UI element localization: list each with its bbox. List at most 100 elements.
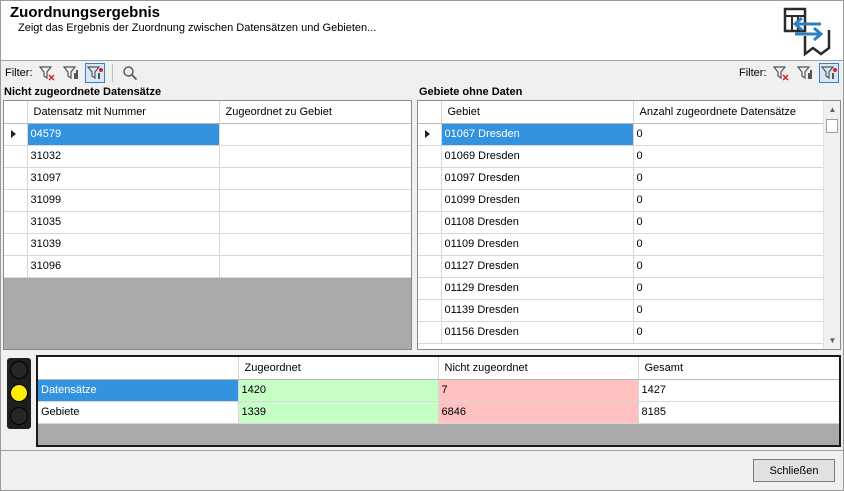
column-header-area[interactable]: Gebiet: [441, 101, 634, 124]
table-cell[interactable]: 0: [633, 211, 825, 234]
table-cell[interactable]: 31032: [27, 145, 220, 168]
table-cell[interactable]: 0: [633, 189, 825, 212]
table-cell[interactable]: 01097 Dresden: [441, 167, 634, 190]
table-cell[interactable]: 0: [633, 145, 825, 168]
table-cell[interactable]: 31039: [27, 233, 220, 256]
table-cell[interactable]: 04579: [27, 123, 220, 146]
column-header-assigned-count[interactable]: Anzahl zugeordnete Datensätze: [633, 101, 825, 124]
summary-row-records[interactable]: Datensätze 1420 7 1427: [38, 379, 839, 402]
table-cell[interactable]: 0: [633, 233, 825, 256]
table-cell[interactable]: 01139 Dresden: [441, 299, 634, 322]
table-row[interactable]: 01127 Dresden 0: [418, 255, 825, 278]
table-cell[interactable]: [219, 255, 411, 278]
scroll-thumb[interactable]: [826, 119, 838, 133]
table-row[interactable]: 01108 Dresden 0: [418, 211, 825, 234]
table-row[interactable]: 04579: [4, 123, 411, 146]
table-cell[interactable]: 0: [633, 277, 825, 300]
table-row[interactable]: 01097 Dresden 0: [418, 167, 825, 190]
table-row[interactable]: 01099 Dresden 0: [418, 189, 825, 212]
row-header[interactable]: [418, 123, 442, 146]
table-row[interactable]: 01129 Dresden 0: [418, 277, 825, 300]
table-cell[interactable]: 0: [633, 123, 825, 146]
table-cell[interactable]: Gebiete: [38, 401, 239, 424]
table-cell[interactable]: [219, 167, 411, 190]
scroll-down-icon[interactable]: ▼: [824, 332, 840, 349]
row-header[interactable]: [4, 189, 28, 212]
table-cell[interactable]: 0: [633, 299, 825, 322]
vertical-scrollbar[interactable]: ▲ ▼: [823, 101, 840, 349]
row-header[interactable]: [4, 123, 28, 146]
filter-edit-button[interactable]: [795, 63, 815, 83]
column-header-total[interactable]: Gesamt: [638, 357, 839, 380]
row-header[interactable]: [418, 255, 442, 278]
unassigned-records-grid[interactable]: Datensatz mit Nummer Zugeordnet zu Gebie…: [3, 100, 412, 350]
table-cell[interactable]: [219, 233, 411, 256]
row-header[interactable]: [418, 233, 442, 256]
filter-clear-button[interactable]: [37, 63, 57, 83]
filter-edit-button[interactable]: [61, 63, 81, 83]
column-header-unassigned[interactable]: Nicht zugeordnet: [438, 357, 639, 380]
row-header[interactable]: [418, 189, 442, 212]
table-cell[interactable]: [219, 189, 411, 212]
table-row[interactable]: 31032: [4, 145, 411, 168]
summary-grid[interactable]: Zugeordnet Nicht zugeordnet Gesamt Daten…: [36, 355, 841, 447]
table-row[interactable]: 01069 Dresden 0: [418, 145, 825, 168]
table-row[interactable]: 31096: [4, 255, 411, 278]
column-header-record-number[interactable]: Datensatz mit Nummer: [27, 101, 220, 124]
row-header[interactable]: [418, 277, 442, 300]
table-row[interactable]: 01067 Dresden 0: [418, 123, 825, 146]
table-cell[interactable]: 7: [438, 379, 639, 402]
table-cell[interactable]: 01099 Dresden: [441, 189, 634, 212]
filter-active-button[interactable]: [84, 63, 105, 83]
table-cell[interactable]: [219, 123, 411, 146]
close-button[interactable]: Schließen: [753, 459, 835, 482]
table-row[interactable]: 01156 Dresden 0: [418, 321, 825, 344]
table-cell[interactable]: 0: [633, 321, 825, 344]
table-row[interactable]: 01139 Dresden 0: [418, 299, 825, 322]
column-header-assigned-area[interactable]: Zugeordnet zu Gebiet: [219, 101, 411, 124]
table-row[interactable]: 31099: [4, 189, 411, 212]
row-header[interactable]: [4, 167, 28, 190]
table-cell[interactable]: 01108 Dresden: [441, 211, 634, 234]
table-cell[interactable]: 1420: [238, 379, 439, 402]
table-cell[interactable]: [219, 211, 411, 234]
row-header[interactable]: [4, 233, 28, 256]
table-cell[interactable]: 31096: [27, 255, 220, 278]
row-header[interactable]: [418, 145, 442, 168]
table-row[interactable]: 31097: [4, 167, 411, 190]
table-cell[interactable]: 31097: [27, 167, 220, 190]
table-cell[interactable]: 01129 Dresden: [441, 277, 634, 300]
search-button[interactable]: [120, 63, 140, 83]
table-cell[interactable]: 31035: [27, 211, 220, 234]
column-header-assigned[interactable]: Zugeordnet: [238, 357, 439, 380]
row-header[interactable]: [418, 321, 442, 344]
filter-active-button[interactable]: [818, 63, 839, 83]
table-cell[interactable]: 31099: [27, 189, 220, 212]
table-cell[interactable]: 01109 Dresden: [441, 233, 634, 256]
table-row[interactable]: 31039: [4, 233, 411, 256]
row-header[interactable]: [4, 255, 28, 278]
table-cell[interactable]: 01069 Dresden: [441, 145, 634, 168]
table-cell[interactable]: 6846: [438, 401, 639, 424]
row-header[interactable]: [418, 211, 442, 234]
table-cell[interactable]: 1427: [638, 379, 839, 402]
table-cell[interactable]: 1339: [238, 401, 439, 424]
row-header[interactable]: [418, 299, 442, 322]
table-cell[interactable]: Datensätze: [38, 379, 239, 402]
table-cell[interactable]: 01067 Dresden: [441, 123, 634, 146]
table-cell[interactable]: 01127 Dresden: [441, 255, 634, 278]
row-header[interactable]: [4, 145, 28, 168]
row-header[interactable]: [4, 211, 28, 234]
table-cell[interactable]: [219, 145, 411, 168]
table-cell[interactable]: 8185: [638, 401, 839, 424]
table-row[interactable]: 01109 Dresden 0: [418, 233, 825, 256]
table-row[interactable]: 31035: [4, 211, 411, 234]
summary-row-areas[interactable]: Gebiete 1339 6846 8185: [38, 401, 839, 424]
filter-clear-button[interactable]: [771, 63, 791, 83]
areas-without-data-grid[interactable]: Gebiet Anzahl zugeordnete Datensätze 010…: [417, 100, 841, 350]
row-header[interactable]: [418, 167, 442, 190]
scroll-up-icon[interactable]: ▲: [824, 101, 840, 118]
table-cell[interactable]: 0: [633, 255, 825, 278]
table-cell[interactable]: 0: [633, 167, 825, 190]
table-cell[interactable]: 01156 Dresden: [441, 321, 634, 344]
